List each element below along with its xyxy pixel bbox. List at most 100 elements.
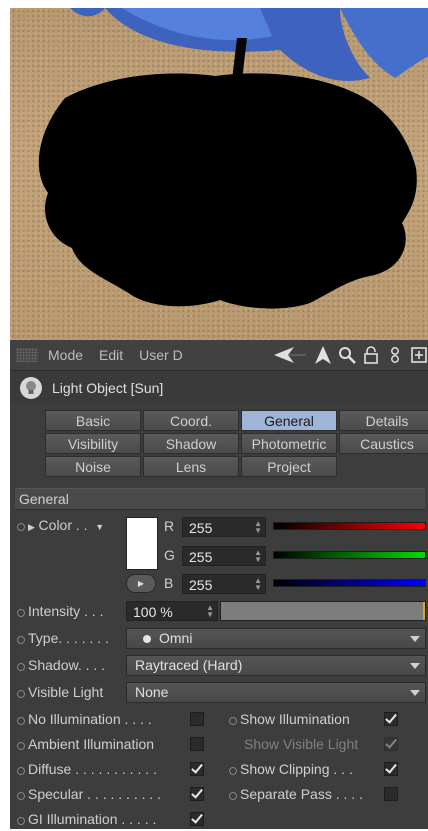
b-label: B: [164, 575, 174, 591]
tab-noise[interactable]: Noise: [45, 456, 141, 477]
visible-light-dropdown[interactable]: None: [126, 682, 426, 703]
g-field[interactable]: 255 ▲ ▼: [182, 546, 266, 566]
tab-project[interactable]: Project: [241, 456, 337, 477]
section-general[interactable]: General: [15, 488, 425, 510]
light-bulb-icon: [20, 377, 42, 399]
keyframe-dot-icon[interactable]: [17, 791, 25, 800]
b-spinner-icon[interactable]: ▲ ▼: [254, 577, 262, 592]
lock-icon[interactable]: [360, 344, 382, 366]
color-row: ▶ Color . . ▼: [10, 514, 104, 536]
type-row: Type. . . . . . .: [10, 627, 109, 649]
tab-visibility[interactable]: Visibility: [45, 433, 141, 454]
keyframe-dot-icon[interactable]: [17, 716, 25, 725]
show-illumination-checkbox[interactable]: [384, 712, 398, 726]
up-arrow-icon[interactable]: [312, 344, 334, 366]
link-icon[interactable]: [384, 344, 406, 366]
menu-user-data[interactable]: User D: [139, 347, 183, 363]
show-illumination-label: Show Illumination: [240, 711, 350, 727]
tab-general[interactable]: General: [241, 410, 337, 431]
show-visible-light-label: Show Visible Light: [244, 736, 359, 752]
intensity-value: 100 %: [133, 604, 173, 620]
intensity-row: Intensity . . .: [10, 600, 103, 622]
shadow-row: Shadow. . . .: [10, 654, 105, 676]
ambient-illumination-row: Ambient Illumination: [10, 733, 154, 755]
ambient-illumination-label: Ambient Illumination: [28, 736, 155, 752]
intensity-label: Intensity . . .: [28, 603, 104, 619]
intensity-spinner-icon[interactable]: ▲ ▼: [206, 604, 214, 619]
keyframe-dot-icon[interactable]: [17, 635, 25, 644]
keyframe-dot-icon[interactable]: [17, 662, 25, 671]
menu-edit[interactable]: Edit: [99, 347, 123, 363]
keyframe-dot-icon[interactable]: [229, 766, 237, 775]
shadow-value: Raytraced (Hard): [135, 657, 243, 673]
keyframe-dot-icon[interactable]: [17, 608, 25, 617]
diffuse-row: Diffuse . . . . . . . . . . .: [10, 758, 157, 780]
no-illumination-checkbox[interactable]: [190, 712, 204, 726]
render-viewport[interactable]: [10, 8, 428, 340]
diffuse-label: Diffuse . . . . . . . . . . .: [28, 761, 157, 777]
keyframe-dot-icon[interactable]: [17, 816, 25, 825]
dropdown-arrow-icon: [410, 690, 420, 696]
specular-label: Specular . . . . . . . . . .: [28, 786, 162, 802]
specular-checkbox[interactable]: [190, 787, 204, 801]
back-arrow-icon[interactable]: [270, 344, 310, 366]
b-slider[interactable]: [273, 579, 426, 587]
separate-pass-checkbox[interactable]: [384, 787, 398, 801]
show-clipping-checkbox[interactable]: [384, 762, 398, 776]
shadow-dropdown[interactable]: Raytraced (Hard): [126, 655, 426, 676]
tab-coord[interactable]: Coord.: [143, 410, 239, 431]
keyframe-dot-icon[interactable]: [17, 522, 25, 531]
gi-illumination-label: GI Illumination . . . . .: [28, 811, 157, 827]
tab-details[interactable]: Details: [339, 410, 428, 431]
color-expand-arrow-icon[interactable]: ▶: [28, 522, 35, 532]
drag-grip-icon[interactable]: [16, 348, 38, 362]
color-label: Color . .: [38, 517, 88, 533]
keyframe-dot-icon[interactable]: [17, 766, 25, 775]
gi-illumination-checkbox[interactable]: [190, 812, 204, 826]
visible-light-value: None: [135, 684, 169, 700]
r-spinner-icon[interactable]: ▲ ▼: [254, 520, 262, 535]
tab-lens[interactable]: Lens: [143, 456, 239, 477]
r-field[interactable]: 255 ▲ ▼: [182, 517, 266, 537]
show-clipping-row: Show Clipping . . .: [222, 758, 353, 780]
intensity-slider[interactable]: [220, 601, 426, 621]
b-value: 255: [189, 577, 213, 593]
g-slider[interactable]: [273, 551, 426, 559]
g-label: G: [164, 547, 175, 563]
g-spinner-icon[interactable]: ▲ ▼: [254, 549, 262, 564]
r-slider[interactable]: [273, 522, 426, 530]
show-visible-light-checkbox[interactable]: [384, 737, 398, 751]
keyframe-dot-icon[interactable]: [17, 689, 25, 698]
menu-mode[interactable]: Mode: [48, 347, 83, 363]
show-visible-light-row: Show Visible Light: [234, 733, 358, 755]
ambient-illumination-checkbox[interactable]: [190, 737, 204, 751]
g-value: 255: [189, 549, 213, 565]
show-clipping-label: Show Clipping . . .: [240, 761, 353, 777]
no-illumination-row: No Illumination . . . .: [10, 708, 152, 730]
type-label: Type. . . . . . .: [28, 630, 109, 646]
keyframe-dot-icon[interactable]: [229, 791, 237, 800]
search-icon[interactable]: [336, 344, 358, 366]
type-dropdown[interactable]: Omni: [126, 628, 426, 649]
color-mode-arrow-icon[interactable]: ▼: [95, 522, 104, 532]
object-header: Light Object [Sun]: [10, 371, 428, 405]
tab-shadow[interactable]: Shadow: [143, 433, 239, 454]
object-title: Light Object [Sun]: [52, 380, 164, 396]
new-panel-icon[interactable]: [408, 344, 428, 366]
attribute-manager: Mode Edit User D Light Object [Sun] Basi…: [10, 340, 428, 829]
color-swatch[interactable]: [126, 517, 158, 570]
color-swatch-expand-button[interactable]: ▶: [126, 574, 156, 593]
diffuse-checkbox[interactable]: [190, 762, 204, 776]
visible-light-row: Visible Light: [10, 681, 103, 703]
intensity-field[interactable]: 100 % ▲ ▼: [126, 601, 218, 621]
tab-caustics[interactable]: Caustics: [339, 433, 428, 454]
keyframe-dot-icon[interactable]: [229, 716, 237, 725]
gi-illumination-row: GI Illumination . . . . .: [10, 808, 156, 830]
tab-photometric[interactable]: Photometric: [241, 433, 337, 454]
visible-light-label: Visible Light: [28, 684, 104, 700]
dropdown-arrow-icon: [410, 636, 420, 642]
b-field[interactable]: 255 ▲ ▼: [182, 574, 266, 594]
keyframe-dot-icon[interactable]: [17, 741, 25, 750]
shadow-label: Shadow. . . .: [28, 657, 106, 673]
tab-basic[interactable]: Basic: [45, 410, 141, 431]
